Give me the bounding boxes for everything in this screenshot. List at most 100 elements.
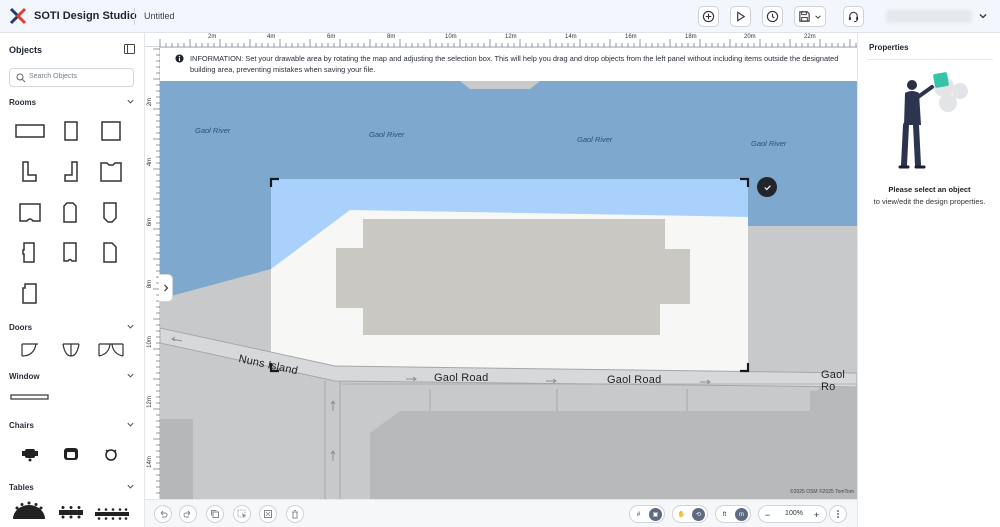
- delete-button[interactable]: [286, 505, 304, 523]
- ruler-tick-label: 14m: [146, 456, 153, 468]
- history-button[interactable]: [762, 6, 783, 27]
- door-single-icon[interactable]: [20, 342, 40, 358]
- table-round-icon[interactable]: [10, 499, 48, 521]
- ruler-tick-label: 4m: [147, 157, 154, 167]
- zoom-control[interactable]: − 100% +: [758, 505, 827, 523]
- table-long-icon[interactable]: [93, 507, 131, 521]
- grid-snap-icon[interactable]: ▣: [649, 508, 662, 521]
- info-icon: [175, 54, 184, 63]
- room-offset-icon[interactable]: [20, 283, 38, 305]
- select-button[interactable]: [233, 505, 251, 523]
- pan-toggle-group[interactable]: ✋ ⟲: [672, 505, 708, 523]
- chair-round-icon[interactable]: [102, 446, 120, 462]
- top-header: SOTI Design Studio Untitled: [0, 0, 1000, 33]
- chair-desk-icon[interactable]: [21, 446, 39, 462]
- chairs-section-title[interactable]: Chairs: [9, 421, 34, 430]
- grid-toggle-group[interactable]: # ▣: [629, 505, 665, 523]
- street-label-gaol-road: Gaol Ro: [821, 369, 846, 393]
- room-tall-notch-icon[interactable]: [21, 242, 37, 264]
- ruler-left-ticks: [153, 48, 160, 494]
- objects-panel: Objects Search Objects Rooms Doors Windo…: [0, 33, 145, 527]
- ruler-tick-label: 10m: [445, 34, 457, 40]
- ruler-tick-label: 6m: [327, 34, 336, 40]
- doors-section-title[interactable]: Doors: [9, 323, 32, 332]
- user-menu-chevron-icon[interactable]: [978, 11, 988, 21]
- preview-button[interactable]: [730, 6, 751, 27]
- design-canvas[interactable]: Gaol River Gaol River Gaol River Gaol Ri…: [145, 33, 857, 499]
- zoom-out-icon[interactable]: −: [761, 508, 774, 521]
- hand-pan-icon[interactable]: ✋: [675, 508, 688, 521]
- tables-chevron-icon[interactable]: [126, 482, 135, 491]
- map-attribution: ©2025 OSM ©2025 TomTom: [790, 489, 854, 495]
- window-icon[interactable]: [10, 393, 50, 401]
- table-rectangle-icon[interactable]: [56, 505, 86, 519]
- redo-icon: [183, 510, 191, 518]
- tables-section-title[interactable]: Tables: [9, 483, 34, 492]
- rooms-section-title[interactable]: Rooms: [9, 98, 36, 107]
- cursor-select-icon: [237, 509, 246, 519]
- zoom-in-icon[interactable]: +: [810, 508, 823, 521]
- river-label: Gaol River: [369, 130, 405, 139]
- room-l-shape-reversed-icon[interactable]: [62, 161, 80, 183]
- ruler-tick-label: 6m: [147, 217, 154, 227]
- room-rectangle-tall-icon[interactable]: [63, 121, 79, 141]
- more-options-button[interactable]: [829, 505, 847, 523]
- information-banner: INFORMATION: Set your drawable area by r…: [160, 48, 857, 81]
- undo-button[interactable]: [154, 505, 172, 523]
- history-icon: [766, 10, 779, 23]
- room-rectangle-wide-icon[interactable]: [15, 123, 45, 139]
- crop-button[interactable]: [259, 505, 277, 523]
- chairs-chevron-icon[interactable]: [126, 420, 135, 429]
- trash-icon: [292, 510, 298, 519]
- rotate-map-icon[interactable]: ⟲: [692, 508, 705, 521]
- app-title: SOTI Design Studio: [34, 10, 137, 22]
- room-angled-bottom-icon[interactable]: [102, 202, 118, 224]
- add-button[interactable]: [698, 6, 719, 27]
- room-l-shape-icon[interactable]: [20, 161, 38, 183]
- chair-armchair-icon[interactable]: [62, 446, 80, 462]
- information-text: INFORMATION: Set your drawable area by r…: [190, 54, 839, 74]
- expand-panel-button[interactable]: [159, 274, 173, 302]
- room-notched-icon[interactable]: [100, 161, 122, 183]
- support-button[interactable]: [843, 6, 864, 27]
- room-tall-arch-icon[interactable]: [62, 242, 78, 264]
- river-label: Gaol River: [751, 139, 787, 148]
- confirm-selection-button[interactable]: [757, 177, 777, 197]
- objects-title: Objects: [9, 45, 43, 55]
- door-double-icon[interactable]: [97, 342, 125, 358]
- grid-hash-icon[interactable]: #: [632, 508, 645, 521]
- ruler-tick-label: 2m: [147, 97, 154, 107]
- room-square-icon[interactable]: [101, 121, 121, 141]
- ruler-tick-label: 8m: [147, 279, 154, 289]
- ruler-tick-label: 18m: [685, 34, 697, 40]
- door-swing-icon[interactable]: [61, 342, 81, 358]
- street-label-gaol-road: Gaol Road: [434, 372, 489, 384]
- ruler-tick-label: 12m: [146, 396, 153, 408]
- undo-icon: [160, 510, 168, 518]
- panel-toggle-icon[interactable]: [124, 44, 135, 54]
- user-name[interactable]: [886, 10, 972, 23]
- unit-m-option[interactable]: m: [735, 508, 748, 521]
- save-menu-button[interactable]: [794, 6, 826, 27]
- window-chevron-icon[interactable]: [126, 371, 135, 380]
- rooms-chevron-icon[interactable]: [126, 97, 135, 106]
- ruler-tick-label: 12m: [505, 34, 517, 40]
- ruler-left: 2m 4m 6m 8m 10m 12m 14m: [145, 47, 160, 499]
- room-angled-top-icon[interactable]: [62, 202, 78, 224]
- ruler-top: 2m 4m 6m 8m 10m 12m 14m 16m 18m 20m 22m: [145, 33, 857, 47]
- unit-toggle-group[interactable]: ft m: [715, 505, 751, 523]
- crop-icon: [264, 510, 272, 518]
- file-title[interactable]: Untitled: [144, 11, 175, 21]
- river-label: Gaol River: [195, 126, 231, 135]
- headset-icon: [848, 11, 859, 23]
- properties-panel: Properties Please select an object to vi…: [857, 33, 1000, 527]
- window-section-title[interactable]: Window: [9, 372, 40, 381]
- room-tall-cut-icon[interactable]: [102, 242, 118, 264]
- search-objects-input[interactable]: Search Objects: [9, 68, 134, 87]
- no-selection-submessage: to view/edit the design properties.: [873, 197, 986, 206]
- redo-button[interactable]: [179, 505, 197, 523]
- copy-button[interactable]: [206, 505, 224, 523]
- doors-chevron-icon[interactable]: [126, 322, 135, 331]
- room-arch-bottom-icon[interactable]: [19, 202, 41, 224]
- unit-ft-option[interactable]: ft: [718, 508, 731, 521]
